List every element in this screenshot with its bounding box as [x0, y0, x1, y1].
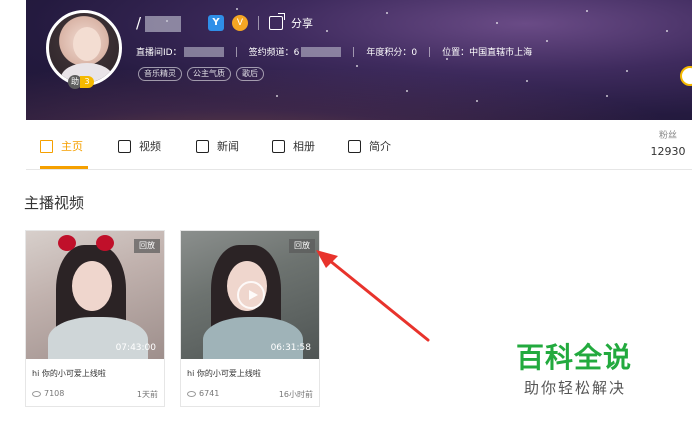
video-thumbnail[interactable]: 回放 07:43:00 [26, 231, 164, 359]
eye-icon [187, 390, 196, 397]
view-count: 7108 [32, 389, 64, 400]
home-icon [40, 139, 53, 153]
share-button[interactable]: 分享 [291, 15, 313, 31]
video-icon [118, 139, 131, 153]
name-row: / Y V 分享 [136, 12, 313, 34]
replay-badge: 回放 [134, 239, 160, 253]
tab-album-label: 相册 [293, 140, 315, 153]
level-badge: 助 3 [68, 75, 94, 89]
fans-count: 粉丝 12930 [648, 128, 688, 158]
banner-glow [26, 70, 692, 120]
video-duration: 07:43:00 [115, 343, 156, 353]
tab-bar: 主页 视频 新闻 相册 简介 粉丝 12930 [26, 120, 692, 170]
tab-album[interactable]: 相册 [272, 138, 315, 154]
vip-icon: Y [208, 15, 224, 31]
tag-princess[interactable]: 公主气质 [187, 67, 231, 81]
tab-news-label: 新闻 [217, 140, 239, 153]
video-time: 16小时前 [278, 390, 313, 399]
annotation-arrow [316, 250, 430, 342]
video-title[interactable]: hi 你的小可爱上线啦 [187, 368, 261, 379]
streamer-name: / [136, 14, 200, 32]
divider [258, 16, 259, 30]
tags-row: 音乐精灵 公主气质 歌后 [138, 67, 269, 81]
tab-home-label: 主页 [61, 140, 83, 153]
tab-video-label: 视频 [139, 140, 161, 153]
video-meta: 6741 16小时前 [187, 389, 313, 400]
section-title: 主播视频 [24, 194, 85, 212]
video-meta: 7108 1天前 [32, 389, 158, 400]
watermark-title: 百科全说 [516, 341, 633, 374]
video-title[interactable]: hi 你的小可爱上线啦 [32, 368, 106, 379]
minnie-bow [58, 235, 114, 253]
avatar-face [73, 27, 101, 61]
divider [353, 46, 355, 57]
fans-label: 粉丝 [658, 131, 677, 141]
tag-diva[interactable]: 歌后 [236, 67, 264, 81]
video-thumbnail[interactable]: 回放 06:31:58 [181, 231, 319, 359]
intro-icon [348, 139, 361, 153]
profile-info-row: 直播间ID： 签约频道：6 年度积分：0 位置：中国直辖市上海 [136, 45, 532, 58]
profile-banner [26, 0, 692, 120]
tab-active-underline [40, 166, 88, 169]
video-card[interactable]: 回放 07:43:00 hi 你的小可爱上线啦 7108 1天前 [25, 230, 165, 407]
tab-video[interactable]: 视频 [118, 138, 161, 154]
play-icon[interactable] [237, 281, 265, 309]
album-icon [272, 139, 285, 153]
tab-news[interactable]: 新闻 [196, 138, 239, 154]
thumb-face [72, 261, 112, 311]
tab-intro[interactable]: 简介 [348, 138, 391, 154]
video-card[interactable]: 回放 06:31:58 hi 你的小可爱上线啦 6741 16小时前 [180, 230, 320, 407]
room-id-label: 直播间ID： [136, 48, 182, 58]
view-count: 6741 [187, 389, 219, 400]
verified-icon: V [232, 15, 248, 31]
channel-value [301, 46, 342, 57]
tab-intro-label: 简介 [369, 140, 391, 153]
level-badge-number: 3 [80, 76, 94, 88]
eye-icon [32, 390, 41, 397]
divider [429, 46, 431, 57]
annual-points: 年度积分：0 [366, 48, 418, 58]
tab-home[interactable]: 主页 [40, 138, 83, 154]
channel-label: 签约频道：6 [248, 48, 300, 58]
watermark-subtitle: 助你轻松解决 [524, 379, 627, 397]
video-time: 1天前 [136, 390, 158, 399]
news-icon [196, 139, 209, 153]
tag-music-elf[interactable]: 音乐精灵 [138, 67, 182, 81]
share-icon[interactable] [269, 13, 285, 30]
video-duration: 06:31:58 [270, 343, 311, 353]
fans-value: 12930 [650, 145, 686, 158]
location: 位置：中国直辖市上海 [442, 48, 533, 58]
divider [235, 46, 237, 57]
room-id-value [183, 46, 224, 57]
